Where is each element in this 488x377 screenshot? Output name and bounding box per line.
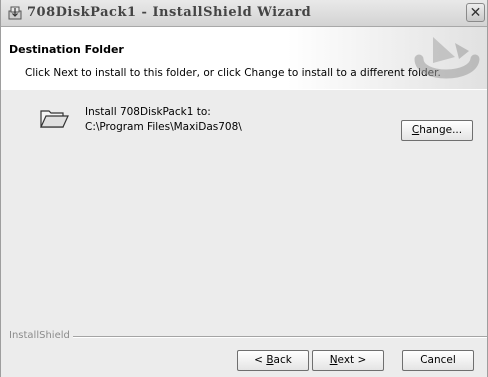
back-prefix: <	[254, 354, 267, 366]
next-button[interactable]: Next >	[312, 350, 384, 371]
installer-icon	[8, 6, 22, 20]
installshield-brand: InstallShield	[9, 330, 70, 341]
change-suffix: hange...	[419, 124, 463, 136]
cancel-label: Cancel	[420, 354, 456, 366]
header-banner: Destination Folder Click Next to install…	[1, 27, 487, 90]
next-accel: N	[329, 354, 338, 366]
cancel-button[interactable]: Cancel	[402, 350, 474, 371]
banner-divider	[1, 89, 487, 90]
page-title: Destination Folder	[9, 43, 124, 56]
install-label: Install 708DiskPack1 to:	[85, 106, 211, 118]
back-accel: B	[266, 354, 274, 366]
title-bar[interactable]: 708DiskPack1 - InstallShield Wizard ✕	[1, 0, 487, 27]
window-title: 708DiskPack1 - InstallShield Wizard	[27, 5, 312, 20]
close-button[interactable]: ✕	[466, 3, 485, 22]
folder-icon	[40, 110, 69, 128]
change-button[interactable]: Change...	[401, 120, 473, 141]
back-suffix: ack	[273, 354, 292, 366]
close-icon: ✕	[469, 5, 482, 21]
installshield-logo	[414, 37, 480, 79]
footer-divider	[73, 336, 487, 338]
install-path: C:\Program Files\MaxiDas708\	[85, 121, 242, 133]
next-suffix: ext >	[337, 354, 367, 366]
back-button[interactable]: < Back	[237, 350, 309, 371]
page-subtitle: Click Next to install to this folder, or…	[25, 67, 441, 79]
installer-window: 708DiskPack1 - InstallShield Wizard ✕ De…	[0, 0, 488, 377]
